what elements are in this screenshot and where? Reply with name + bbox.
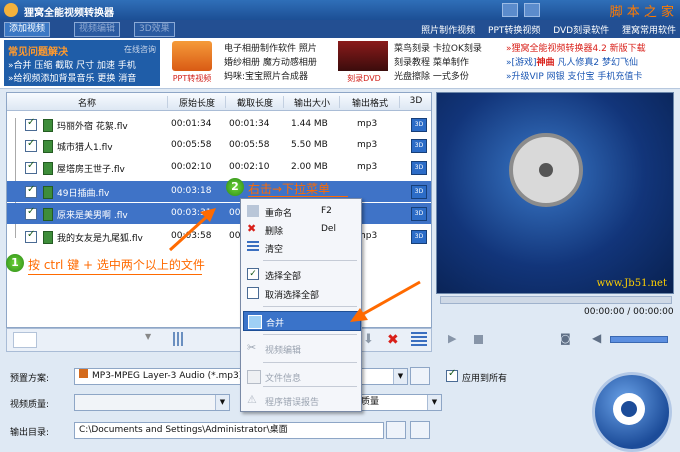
arrow-to-merge [355, 280, 421, 320]
annotation-arrows [168, 208, 421, 322]
arrowhead-icon [350, 308, 368, 322]
